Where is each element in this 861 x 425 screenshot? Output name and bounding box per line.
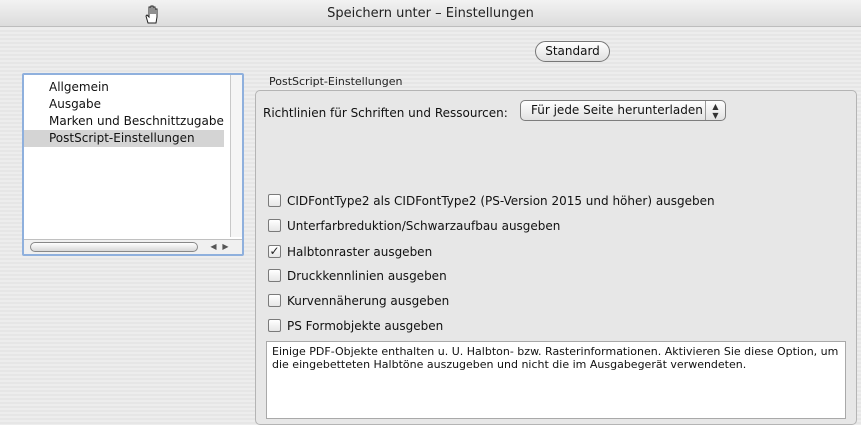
sidebar-item-allgemein[interactable]: Allgemein [24, 79, 224, 96]
up-down-arrows-icon: ▲ ▼ [705, 101, 725, 120]
sidebar-item-postscript[interactable]: PostScript-Einstellungen [24, 130, 224, 147]
category-list[interactable]: Allgemein Ausgabe Marken und Beschnittzu… [22, 73, 244, 256]
policy-popup-value: Für jede Seite herunterladen [531, 103, 703, 117]
horizontal-scrollbar[interactable]: ◀ ▶ [24, 239, 242, 254]
option-label: Kurvennäherung ausgeben [287, 294, 450, 308]
scrollbar-thumb[interactable] [30, 242, 198, 252]
scroll-right-arrow-icon[interactable]: ▶ [220, 241, 231, 253]
description-textarea: Einige PDF-Objekte enthalten u. U. Halbt… [266, 341, 846, 419]
title-bar: Speichern unter – Einstellungen [0, 0, 861, 27]
section-title: PostScript-Einstellungen [269, 75, 403, 88]
policy-popup[interactable]: Für jede Seite herunterladen ▲ ▼ [520, 100, 726, 121]
checkbox[interactable] [268, 194, 281, 207]
policy-label: Richtlinien für Schriften und Ressourcen… [263, 106, 508, 120]
option-label: CIDFontType2 als CIDFontType2 (PS-Versio… [287, 194, 715, 208]
option-label: Druckkennlinien ausgeben [287, 269, 447, 283]
sidebar-item-marken[interactable]: Marken und Beschnittzugabe [24, 113, 224, 130]
sidebar-item-ausgabe[interactable]: Ausgabe [24, 96, 224, 113]
option-label: PS Formobjekte ausgeben [287, 319, 444, 333]
window-title: Speichern unter – Einstellungen [327, 6, 534, 21]
vertical-scrollbar[interactable] [230, 75, 242, 237]
checkmark-icon: ✓ [269, 244, 280, 258]
standard-button[interactable]: Standard [535, 41, 610, 62]
option-label: Halbtonraster ausgeben [287, 245, 433, 259]
checkbox[interactable] [268, 319, 281, 332]
checkbox[interactable] [268, 219, 281, 232]
checkbox[interactable] [268, 294, 281, 307]
checkbox[interactable] [268, 269, 281, 282]
checkbox[interactable]: ✓ [268, 245, 281, 258]
scroll-left-arrow-icon[interactable]: ◀ [208, 241, 219, 253]
option-label: Unterfarbreduktion/Schwarzaufbau ausgebe… [287, 219, 561, 233]
